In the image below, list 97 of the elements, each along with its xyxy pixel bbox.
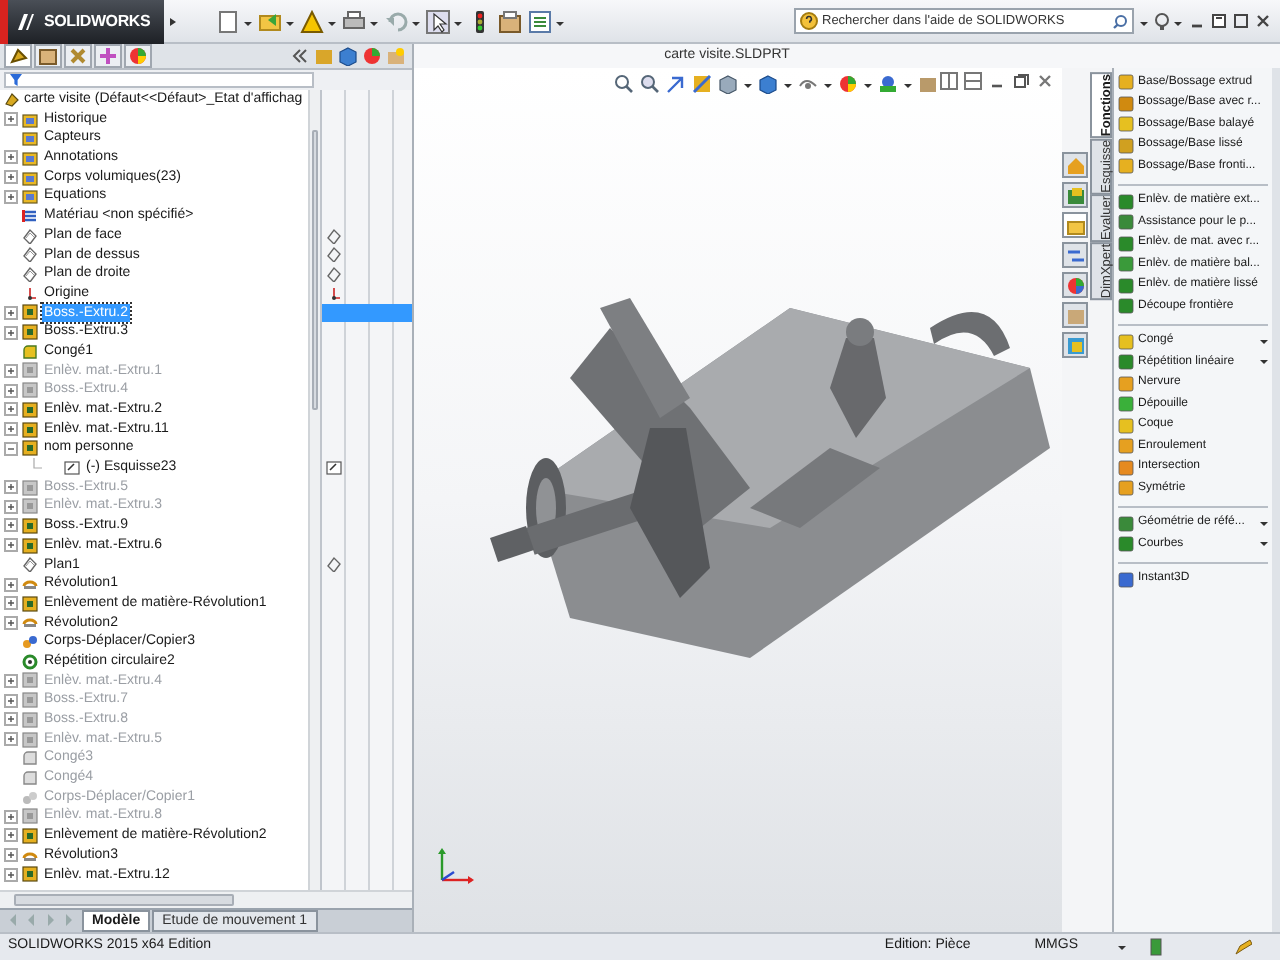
display-style-icon[interactable] [758,74,778,94]
task-pane-tab[interactable] [1062,302,1088,328]
close-icon[interactable] [1254,12,1272,30]
expand-plus-icon[interactable] [4,170,18,185]
view-orientation-icon[interactable] [718,74,738,94]
circular-pattern-icon [22,653,38,670]
scene-icon[interactable] [878,74,898,94]
lightbulb-icon[interactable] [1154,11,1170,31]
appearance-icon[interactable] [362,46,382,66]
list-icon[interactable] [528,9,552,33]
sketch-icon[interactable] [326,459,342,476]
task-pane-tab[interactable] [1062,272,1088,298]
sketch-icon [64,459,80,476]
expand-plus-icon[interactable] [4,867,18,882]
home-icon [1065,155,1085,175]
hide-show-icon[interactable] [798,74,818,94]
plane-icon[interactable] [326,556,342,573]
property-tab[interactable] [34,44,62,68]
expand-plus-icon[interactable] [4,848,18,863]
display-icon [128,46,148,66]
task-pane-tab[interactable] [1062,242,1088,268]
fillet-icon [22,343,38,360]
expand-plus-icon[interactable] [4,828,18,843]
feature-command-icon [1118,571,1134,588]
warning-sign-icon[interactable] [300,9,324,33]
filter-field[interactable] [4,72,314,88]
appearance-icon[interactable] [838,74,858,94]
ds-logo-icon [16,11,36,31]
feature-icon [22,866,38,883]
zoom-area-icon[interactable] [640,74,660,94]
expand-plus-icon[interactable] [4,693,18,708]
maximize-icon[interactable] [1232,12,1250,30]
help-question-icon [800,12,818,30]
task-pane-tab[interactable] [1062,182,1088,208]
move-body-icon [22,789,38,806]
expand-plus-icon[interactable] [4,150,18,165]
move-body-icon [22,634,38,651]
pencil-tag-icon[interactable] [1234,938,1252,956]
expand-plus-icon[interactable] [4,325,18,340]
expand-plus-icon[interactable] [4,712,18,727]
filter-icon [10,74,22,86]
section-view-icon[interactable] [692,74,712,94]
feature-icon [22,595,38,612]
expand-plus-icon[interactable] [4,499,18,514]
task-pane-tab[interactable] [1062,332,1088,358]
app-logo-text: SOLIDWORKS [44,9,151,33]
cursor-icon[interactable] [426,9,450,33]
expand-plus-icon[interactable] [4,305,18,320]
expand-plus-icon[interactable] [4,383,18,398]
expand-plus-icon[interactable] [4,673,18,688]
revolve-icon [22,847,38,864]
configuration-tab[interactable] [64,44,92,68]
expand-plus-icon[interactable] [4,112,18,127]
expand-plus-icon[interactable] [4,577,18,592]
revolve-icon [22,614,38,631]
axis-triad-icon [434,844,478,888]
expand-plus-icon[interactable] [4,518,18,533]
revolve-icon [22,576,38,593]
material-icon [22,207,38,224]
restore-icon[interactable] [1210,12,1228,30]
new-document-icon[interactable] [216,9,240,33]
vertical-scrollbar[interactable] [308,90,320,890]
expand-plus-icon[interactable] [4,538,18,553]
restore-icon[interactable] [1012,72,1030,90]
collapse-arrows-icon[interactable] [292,48,308,64]
origin-icon[interactable] [326,285,342,302]
split-vertical-icon[interactable] [964,72,982,90]
options-icon[interactable] [498,9,522,33]
expand-plus-icon[interactable] [4,189,18,204]
expand-plus-icon[interactable] [4,422,18,437]
feature-tree-tab[interactable] [4,44,32,68]
app-logo[interactable]: SOLIDWORKS [0,0,164,43]
plane-icon [22,266,38,283]
expand-plus-icon[interactable] [4,596,18,611]
plane-icon [22,556,38,573]
close-icon[interactable] [1036,72,1054,90]
printer-icon[interactable] [342,9,366,33]
expand-plus-icon[interactable] [4,480,18,495]
task-pane-tab[interactable] [1062,152,1088,178]
split-horizontal-icon[interactable] [940,72,958,90]
folder-icon [1065,215,1085,235]
property-icon [38,46,58,66]
zoom-fit-icon[interactable] [614,74,634,94]
collapse-minus-icon[interactable] [4,441,18,456]
task-pane-tab[interactable] [1062,212,1088,238]
expand-plus-icon[interactable] [4,809,18,824]
expand-plus-icon[interactable] [4,615,18,630]
previous-view-icon[interactable] [666,74,686,94]
search-icon[interactable] [1112,13,1128,29]
display-tab[interactable] [124,44,152,68]
expand-plus-icon[interactable] [4,402,18,417]
appearances-icon [1065,275,1085,295]
part-icon [4,91,20,108]
dimxpert-tab[interactable] [94,44,122,68]
origin-icon [22,285,38,302]
expand-plus-icon[interactable] [4,732,18,747]
expand-plus-icon[interactable] [4,363,18,378]
